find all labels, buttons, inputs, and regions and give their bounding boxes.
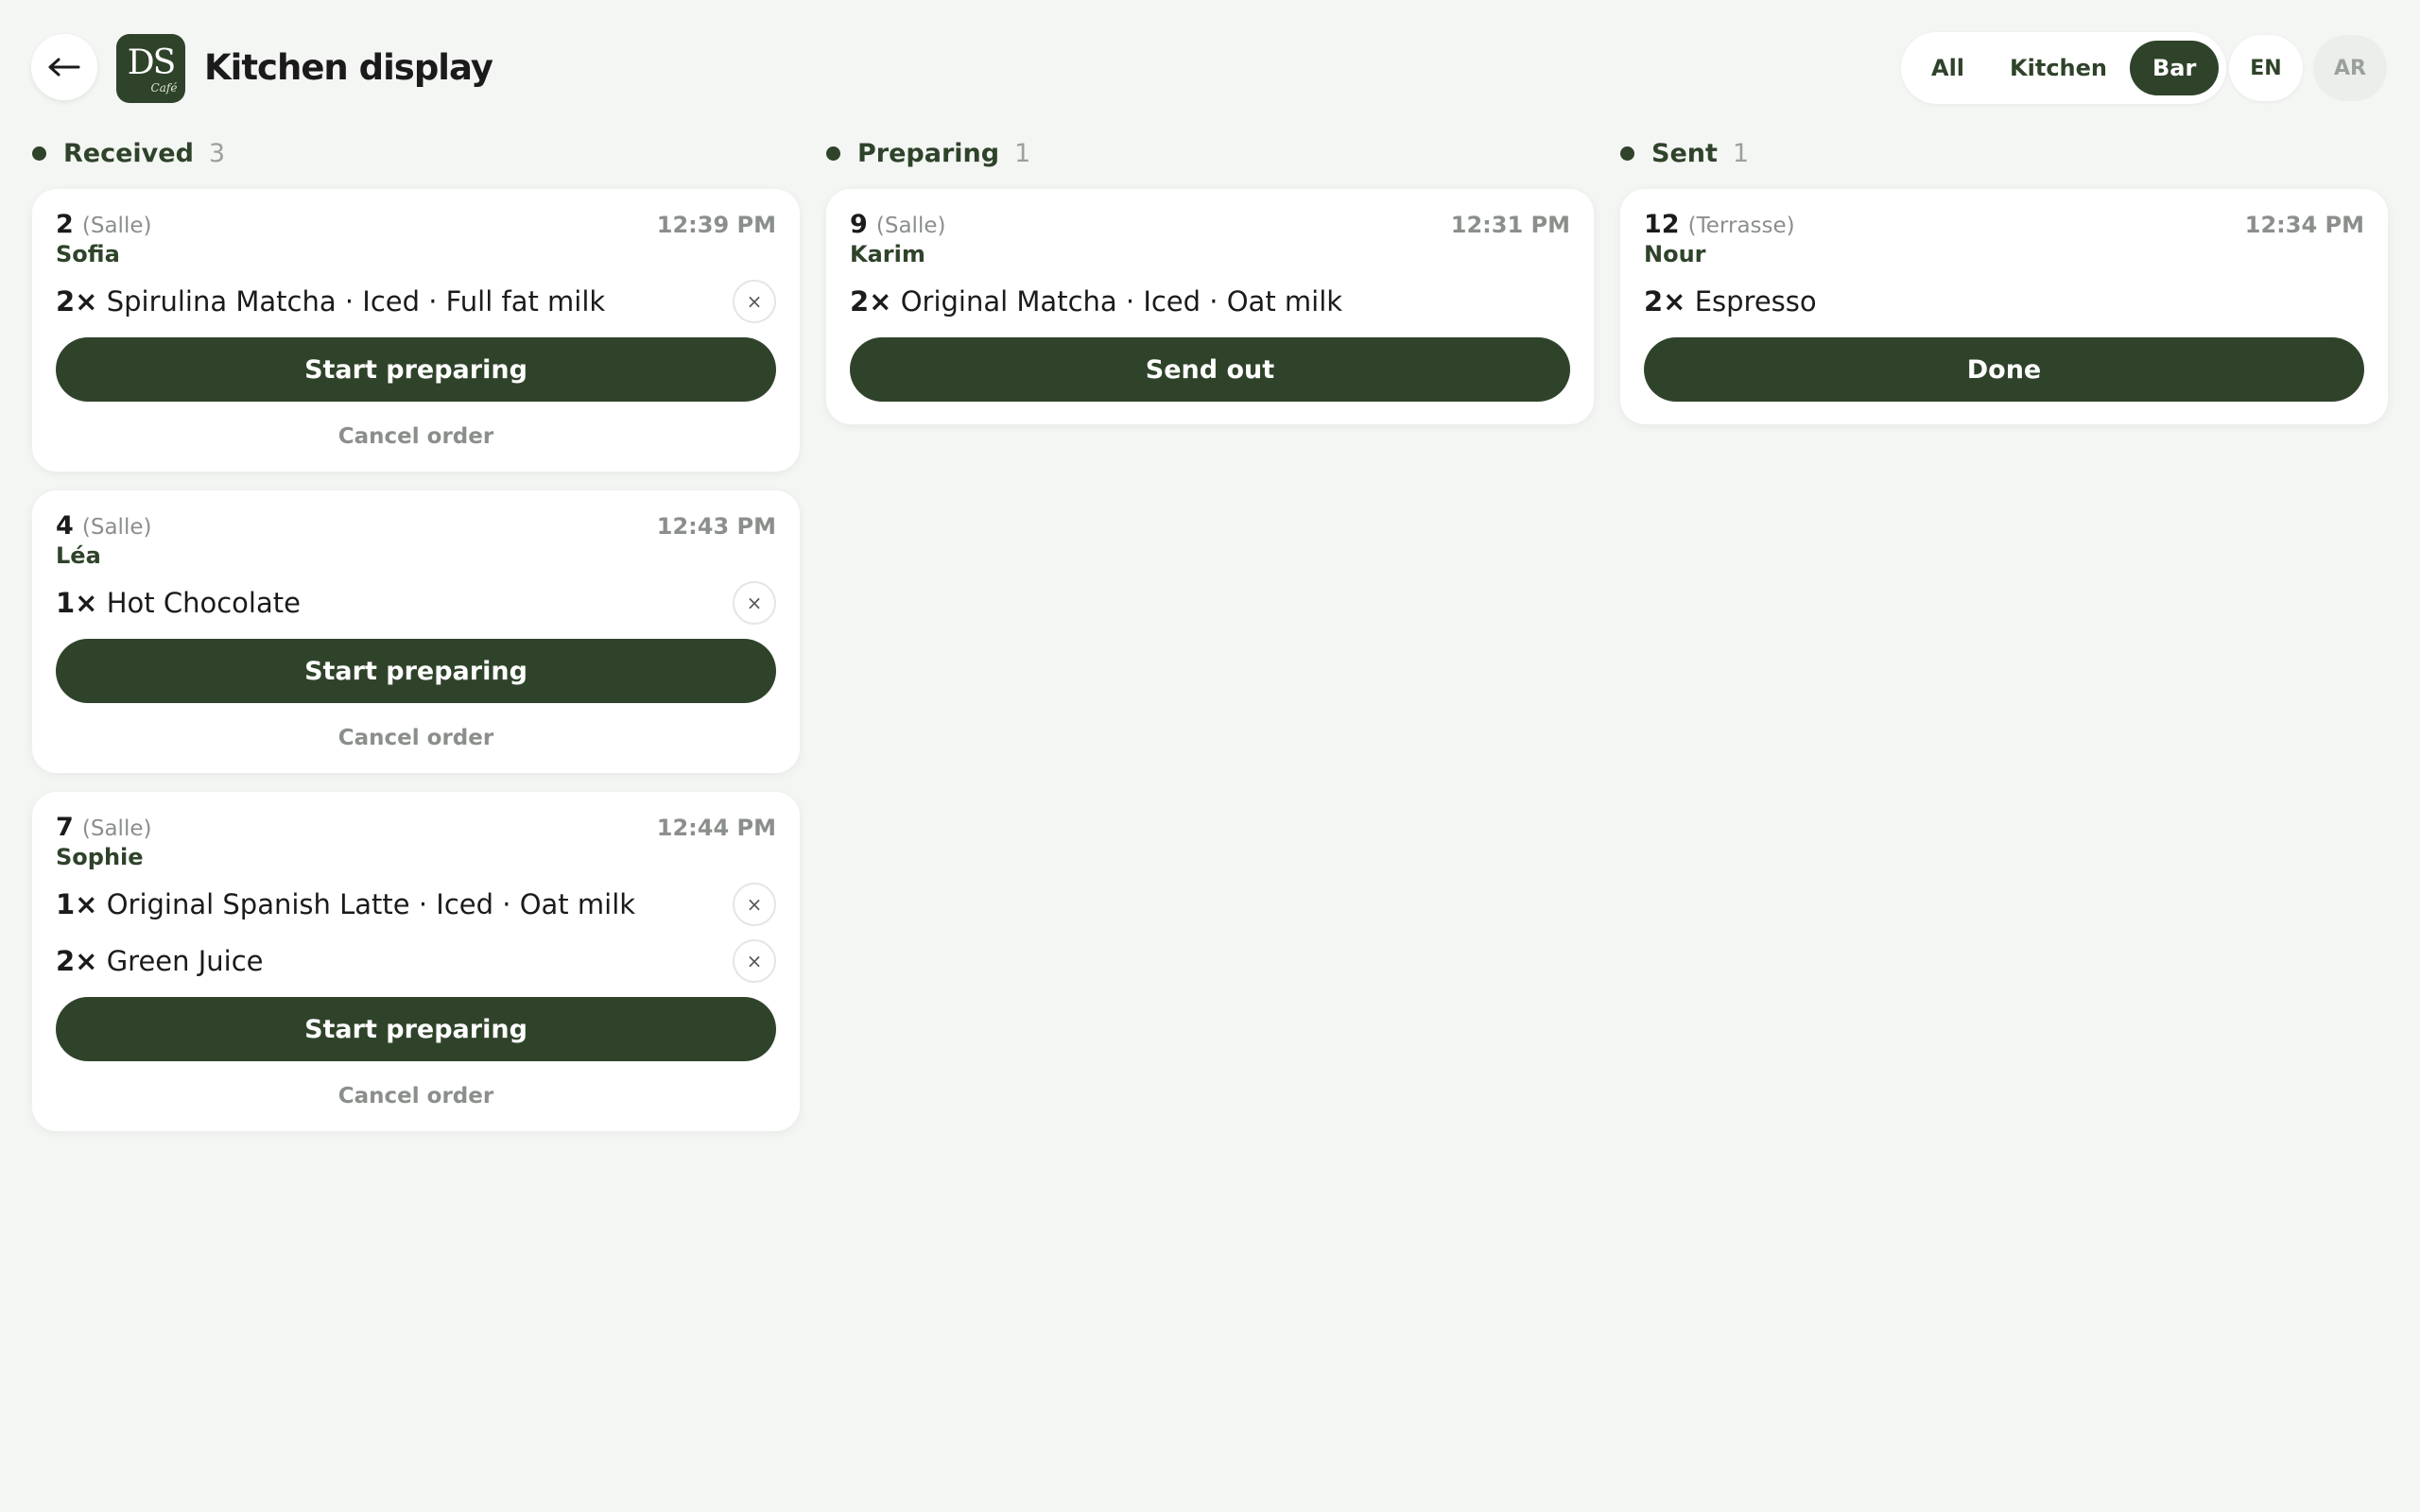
filter-all[interactable]: All — [1909, 41, 1987, 95]
filter-kitchen[interactable]: Kitchen — [1987, 41, 2130, 95]
send-out-button[interactable]: Send out — [850, 337, 1570, 402]
page-title: Kitchen display — [204, 47, 493, 88]
item-name: Espresso — [1694, 285, 1817, 318]
item-quantity: 1× — [56, 587, 98, 619]
column-title: Preparing — [857, 138, 1000, 168]
order-item: 2× Spirulina Matcha · Iced · Full fat mi… — [56, 279, 776, 324]
cancel-order-button[interactable]: Cancel order — [56, 424, 776, 449]
item-name: Green Juice — [106, 945, 264, 977]
item-quantity: 2× — [1644, 285, 1686, 318]
order-time: 12:31 PM — [1450, 212, 1570, 238]
column-header: Received 3 — [32, 132, 800, 174]
cancel-order-button[interactable]: Cancel order — [56, 1084, 776, 1108]
customer-name: Nour — [1644, 241, 1706, 267]
order-item: 2× Green Juice × — [56, 938, 776, 984]
table-number: 4 — [56, 511, 74, 541]
order-item: 2× Espresso — [1644, 279, 2364, 324]
item-name: Original Spanish Latte · Iced · Oat milk — [106, 888, 636, 920]
item-name: Original Matcha · Iced · Oat milk — [900, 285, 1343, 318]
order-time: 12:39 PM — [656, 212, 776, 238]
arrow-left-icon — [48, 58, 80, 77]
column-count: 3 — [208, 138, 226, 168]
table-number: 12 — [1644, 210, 1680, 239]
item-quantity: 2× — [850, 285, 892, 318]
back-button[interactable] — [31, 34, 97, 100]
column-sent: Sent 1 12 (Terrasse) 12:34 PM Nour 2× Es… — [1620, 132, 2388, 443]
item-quantity: 2× — [56, 285, 98, 318]
close-icon: × — [746, 290, 763, 313]
order-time: 12:43 PM — [656, 513, 776, 540]
item-quantity: 1× — [56, 888, 98, 920]
item-name: Hot Chocolate — [106, 587, 301, 619]
remove-item-button[interactable]: × — [733, 939, 776, 983]
close-icon: × — [746, 592, 763, 614]
cancel-order-button[interactable]: Cancel order — [56, 726, 776, 750]
remove-item-button[interactable]: × — [733, 581, 776, 625]
order-time: 12:34 PM — [2244, 212, 2364, 238]
table-number: 9 — [850, 210, 868, 239]
done-button[interactable]: Done — [1644, 337, 2364, 402]
column-header: Sent 1 — [1620, 132, 2388, 174]
cafe-logo: DS Café — [116, 34, 185, 103]
column-preparing: Preparing 1 9 (Salle) 12:31 PM Karim 2× … — [826, 132, 1594, 443]
table-number: 7 — [56, 813, 74, 842]
table-area: (Salle) — [81, 214, 152, 238]
item-name: Spirulina Matcha · Iced · Full fat milk — [106, 285, 606, 318]
language-en-button[interactable]: EN — [2229, 35, 2303, 101]
order-item: 2× Original Matcha · Iced · Oat milk — [850, 279, 1570, 324]
column-received: Received 3 2 (Salle) 12:39 PM Sofia 2× S… — [32, 132, 800, 1150]
order-item: 1× Original Spanish Latte · Iced · Oat m… — [56, 882, 776, 927]
customer-name: Léa — [56, 542, 101, 569]
table-area: (Salle) — [81, 515, 152, 540]
start-preparing-button[interactable]: Start preparing — [56, 997, 776, 1061]
order-card: 4 (Salle) 12:43 PM Léa 1× Hot Chocolate … — [32, 490, 800, 773]
column-header: Preparing 1 — [826, 132, 1594, 174]
logo-mark: DS — [127, 43, 177, 82]
logo-subtitle: Café — [150, 80, 178, 94]
top-bar: DS Café Kitchen display All Kitchen Bar … — [0, 0, 2420, 132]
column-count: 1 — [1732, 138, 1750, 168]
close-icon: × — [746, 893, 763, 916]
language-ar-button[interactable]: AR — [2313, 35, 2387, 101]
column-title: Received — [63, 138, 194, 168]
remove-item-button[interactable]: × — [733, 280, 776, 323]
customer-name: Sofia — [56, 241, 120, 267]
order-card: 7 (Salle) 12:44 PM Sophie 1× Original Sp… — [32, 792, 800, 1131]
start-preparing-button[interactable]: Start preparing — [56, 639, 776, 703]
order-time: 12:44 PM — [656, 815, 776, 841]
column-title: Sent — [1651, 138, 1718, 168]
filter-bar[interactable]: Bar — [2130, 41, 2220, 95]
status-dot — [826, 146, 840, 161]
start-preparing-button[interactable]: Start preparing — [56, 337, 776, 402]
table-number: 2 — [56, 210, 74, 239]
close-icon: × — [746, 950, 763, 972]
status-dot — [1620, 146, 1634, 161]
order-item: 1× Hot Chocolate × — [56, 580, 776, 626]
table-area: (Salle) — [81, 816, 152, 841]
item-quantity: 2× — [56, 945, 98, 977]
table-area: (Terrasse) — [1687, 214, 1795, 238]
remove-item-button[interactable]: × — [733, 883, 776, 926]
station-filter: All Kitchen Bar — [1901, 32, 2227, 104]
customer-name: Sophie — [56, 844, 144, 870]
table-area: (Salle) — [875, 214, 946, 238]
column-count: 1 — [1014, 138, 1031, 168]
order-card: 2 (Salle) 12:39 PM Sofia 2× Spirulina Ma… — [32, 189, 800, 472]
status-dot — [32, 146, 46, 161]
customer-name: Karim — [850, 241, 925, 267]
order-card: 9 (Salle) 12:31 PM Karim 2× Original Mat… — [826, 189, 1594, 424]
order-card: 12 (Terrasse) 12:34 PM Nour 2× Espresso … — [1620, 189, 2388, 424]
